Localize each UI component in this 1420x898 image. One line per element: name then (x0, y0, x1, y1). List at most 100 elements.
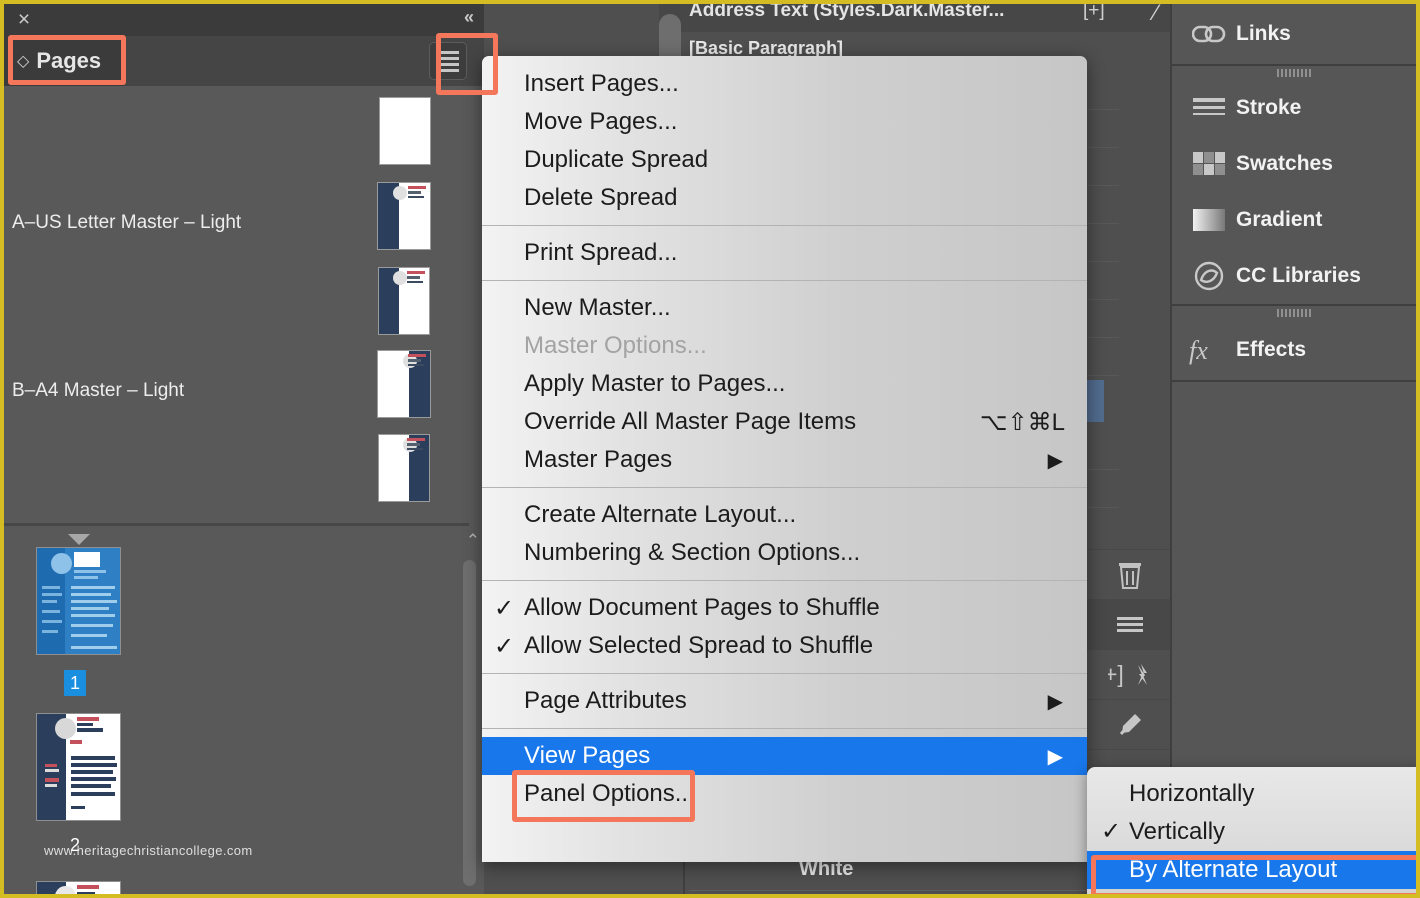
trash-icon (1115, 559, 1145, 591)
menu-item-shortcut: ⌥⇧⌘L (980, 408, 1065, 437)
submenu-arrow-icon: ▶ (1048, 744, 1063, 769)
menu-item[interactable]: Numbering & Section Options... (482, 534, 1087, 572)
menu-item-label: Create Alternate Layout... (524, 501, 796, 529)
checkmark-icon: ✓ (494, 632, 514, 661)
dock-label: Swatches (1236, 152, 1333, 176)
panel-flyout-button[interactable] (1082, 599, 1177, 649)
svg-text:+]: +] (1108, 661, 1124, 687)
submenu-item[interactable]: Horizontally (1087, 775, 1420, 813)
hamburger-icon (1117, 616, 1143, 634)
close-icon[interactable]: × (12, 8, 36, 32)
menu-separator (482, 728, 1087, 729)
submenu-item-label: By Alternate Layout (1129, 856, 1337, 884)
dock-label: Gradient (1236, 208, 1322, 232)
menu-item[interactable]: ✓Allow Document Pages to Shuffle (482, 589, 1087, 627)
checkmark-icon: ✓ (1101, 817, 1121, 846)
menu-item[interactable]: Panel Options... (482, 775, 1087, 813)
submenu-item[interactable]: By Alternate Layout (1087, 851, 1420, 889)
dock-group-effects: fx Effects (1172, 306, 1416, 382)
menu-separator (482, 280, 1087, 281)
master-page-thumbnail[interactable] (377, 350, 431, 418)
master-page-thumbnail[interactable] (377, 182, 431, 250)
dock-item-gradient[interactable]: Gradient (1172, 192, 1416, 248)
pages-panel-context-menu[interactable]: Insert Pages... Move Pages... Duplicate Sp… (482, 56, 1087, 862)
dock-grip[interactable] (1172, 306, 1416, 320)
menu-item[interactable]: Insert Pages... (482, 65, 1087, 103)
dock-label: CC Libraries (1236, 264, 1361, 288)
menu-item[interactable]: Print Spread... (482, 234, 1087, 272)
dock-item-links[interactable]: Links (1172, 4, 1416, 64)
dock-item-swatches[interactable]: Swatches (1172, 136, 1416, 192)
master-page-thumbnail[interactable] (378, 267, 430, 335)
master-page-thumbnail[interactable] (378, 434, 430, 502)
dock-grip[interactable] (1172, 66, 1416, 80)
gradient-icon (1186, 209, 1232, 231)
menu-item-label: Panel Options... (524, 780, 695, 808)
collapse-panel-icon[interactable]: « (464, 7, 472, 28)
view-pages-submenu[interactable]: Horizontally ✓ Vertically By Alternate Layo… (1087, 767, 1420, 898)
submenu-item[interactable]: ✓ Vertically (1087, 813, 1420, 851)
styles-panel-title: Address Text (Styles.Dark.Master... (689, 0, 1004, 22)
panel-menu-button[interactable] (429, 42, 467, 80)
menu-separator (482, 225, 1087, 226)
pages-panel-topbar: × « (4, 4, 484, 36)
break-link-button[interactable] (1082, 699, 1177, 749)
dock-group-links: Links (1172, 4, 1416, 66)
svg-text:fx: fx (1189, 336, 1208, 365)
tab-pages-label: Pages (36, 48, 101, 74)
spread-marker-icon (68, 534, 90, 545)
application-window: × « ◇ Pages [None]A–US Letter Master – L… (0, 0, 1420, 898)
menu-item[interactable]: New Master... (482, 289, 1087, 327)
dock-label: Links (1236, 22, 1291, 46)
menu-item[interactable]: Override All Master Page Items ⌥⇧⌘L (482, 403, 1087, 441)
menu-item-label: Master Options... (524, 332, 707, 360)
swatches-icon (1186, 152, 1232, 176)
master-page-thumbnail[interactable] (379, 97, 431, 165)
menu-item[interactable]: View Pages▶ (482, 737, 1087, 775)
menu-item-label: Override All Master Page Items (524, 408, 856, 436)
page-thumbnail-3[interactable] (36, 881, 121, 898)
menu-item[interactable]: Delete Spread (482, 179, 1087, 217)
checkmark-icon: ✓ (494, 594, 514, 623)
pages-panel-tabbar: ◇ Pages (4, 36, 484, 86)
menu-item-label: Duplicate Spread (524, 146, 708, 174)
dock-item-cc-libraries[interactable]: CC Libraries (1172, 248, 1416, 304)
menu-item[interactable]: Create Alternate Layout... (482, 496, 1087, 534)
new-style-icon: +] (1108, 660, 1152, 690)
diamond-icon: ◇ (17, 51, 29, 71)
style-arrow-icon[interactable]: ⁄ (1154, 0, 1158, 26)
pen-slash-icon (1113, 708, 1147, 742)
menu-item-label: Master Pages (524, 446, 672, 474)
page-thumbnail-2[interactable] (36, 713, 121, 821)
dock-item-effects[interactable]: fx Effects (1172, 320, 1416, 380)
menu-item[interactable]: Duplicate Spread (482, 141, 1087, 179)
new-style-icon[interactable]: [+] (1083, 0, 1105, 22)
dock-label: Stroke (1236, 96, 1301, 120)
menu-item-label: Apply Master to Pages... (524, 370, 785, 398)
menu-item[interactable]: ✓Allow Selected Spread to Shuffle (482, 627, 1087, 665)
delete-button[interactable] (1082, 549, 1177, 599)
page-number-1[interactable]: 1 (64, 670, 86, 696)
menu-item-label: Delete Spread (524, 184, 677, 212)
create-style-button[interactable]: +] (1082, 649, 1177, 699)
dock-item-stroke[interactable]: Stroke (1172, 80, 1416, 136)
menu-item[interactable]: Move Pages... (482, 103, 1087, 141)
watermark-text: www.heritagechristiancollege.com (44, 843, 253, 858)
page-thumbnail-1[interactable] (36, 547, 121, 655)
pages-panel: × « ◇ Pages [None]A–US Letter Master – L… (4, 4, 484, 898)
menu-item-label: Move Pages... (524, 108, 677, 136)
menu-item-label: Page Attributes (524, 687, 687, 715)
submenu-item-label: Horizontally (1129, 780, 1254, 808)
submenu-item-label: Vertically (1129, 818, 1225, 846)
master-pages-list[interactable]: [None]A–US Letter Master – LightB–A4 Mas… (4, 86, 484, 523)
pages-scrollbar[interactable] (463, 560, 476, 886)
menu-item[interactable]: Page Attributes▶ (482, 682, 1087, 720)
master-page-label: A–US Letter Master – Light (12, 212, 241, 234)
scroll-up-icon[interactable]: ⌃ (466, 531, 480, 551)
tab-pages[interactable]: ◇ Pages (4, 36, 124, 86)
document-pages-area[interactable]: 1 2 www.heri (4, 526, 469, 898)
menu-item[interactable]: Master Pages▶ (482, 441, 1087, 479)
menu-item[interactable]: Apply Master to Pages... (482, 365, 1087, 403)
menu-separator (482, 673, 1087, 674)
dock-label: Effects (1236, 338, 1306, 362)
